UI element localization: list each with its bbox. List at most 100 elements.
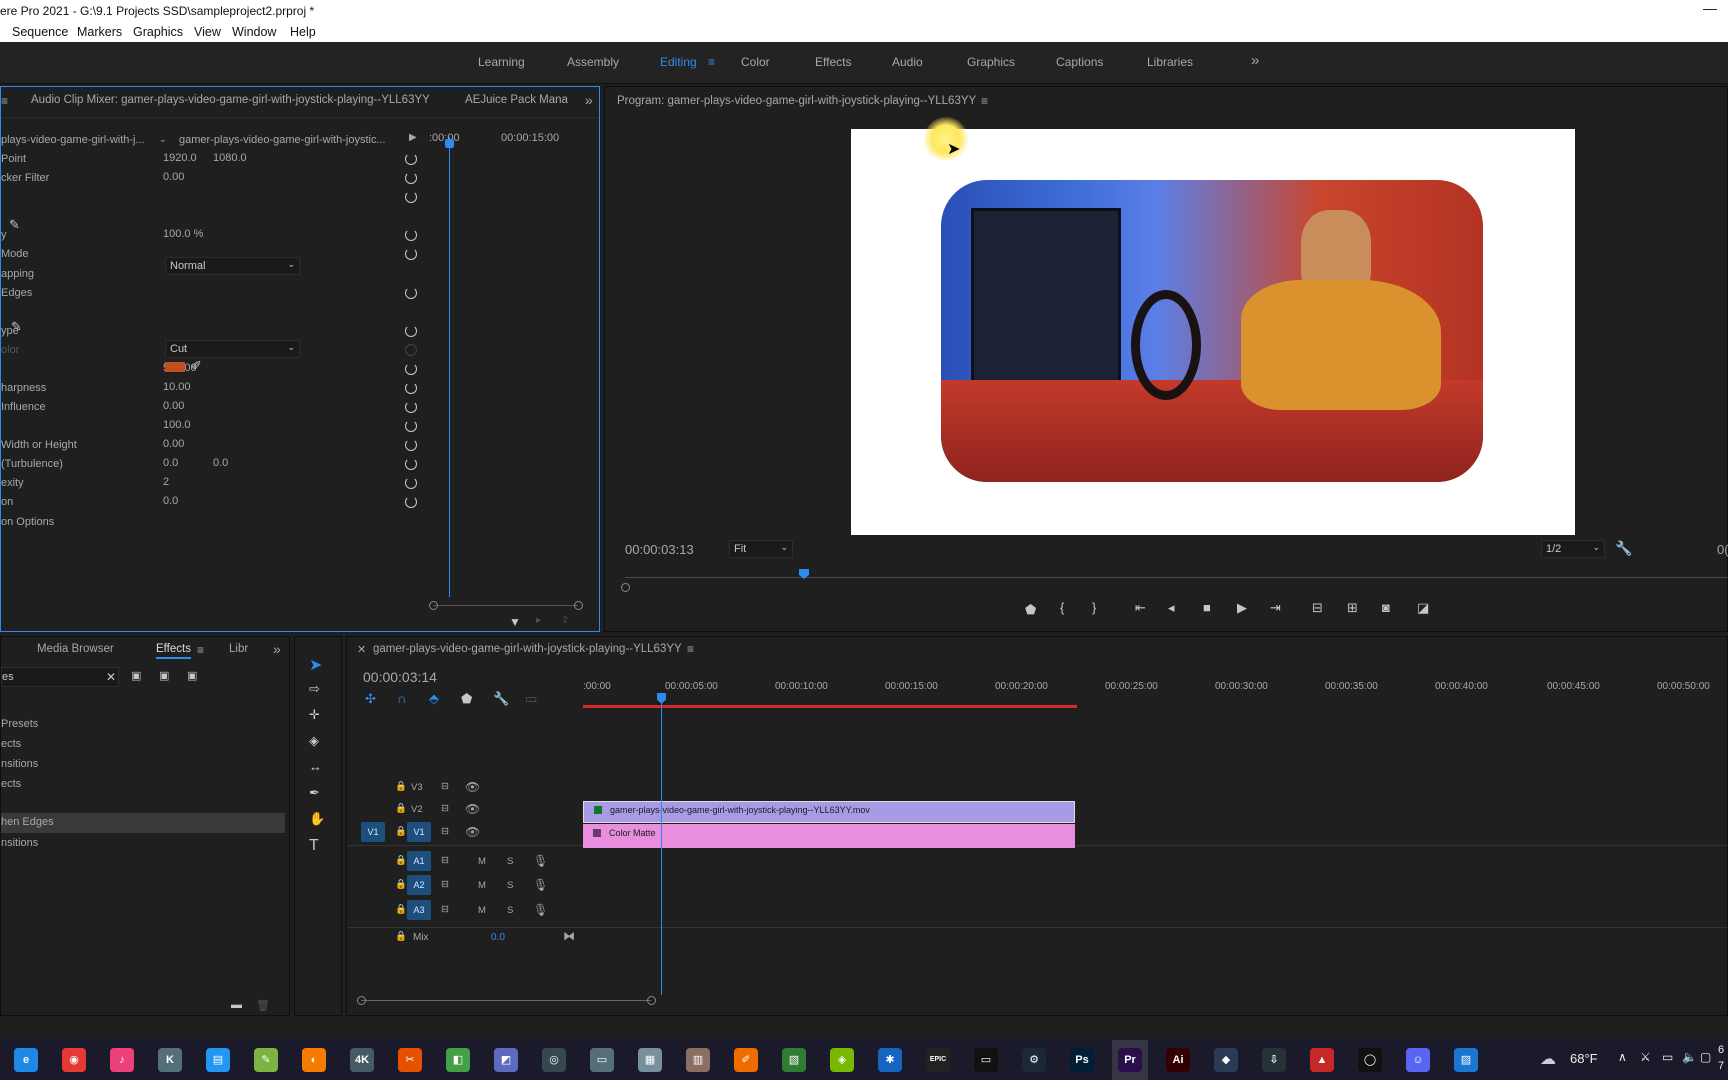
- clip-v2-video[interactable]: gamer-plays-video-game-girl-with-joystic…: [583, 801, 1075, 823]
- panel-menu-icon[interactable]: ≡: [687, 642, 694, 656]
- track-select-tool-icon[interactable]: ⇨: [309, 681, 320, 697]
- panel-menu-icon[interactable]: ≡: [197, 643, 204, 657]
- pen-tool-icon[interactable]: ✒: [309, 785, 320, 801]
- reset-parameter-icon[interactable]: [405, 439, 417, 451]
- param-value[interactable]: 0.0: [163, 495, 178, 513]
- solo-button[interactable]: S: [507, 880, 513, 891]
- nvidia-icon[interactable]: ◈: [830, 1048, 854, 1072]
- track-label-a2[interactable]: A2: [407, 875, 431, 895]
- track-label-v1[interactable]: V1: [407, 822, 431, 842]
- selection-tool-icon[interactable]: ➤: [309, 655, 322, 675]
- track-lock-icon[interactable]: 🔒: [395, 781, 407, 792]
- track-label-v3[interactable]: V3: [411, 782, 423, 793]
- timeline-timecode[interactable]: 00:00:03:14: [363, 669, 437, 685]
- app-blue-icon[interactable]: ◩: [494, 1048, 518, 1072]
- workspace-audio[interactable]: Audio: [892, 55, 923, 69]
- reset-parameter-icon[interactable]: [405, 191, 417, 203]
- param-value[interactable]: 0.00: [163, 171, 184, 189]
- comparison-view-icon[interactable]: ◪: [1417, 600, 1429, 616]
- tray-app-icon[interactable]: ⚔: [1640, 1050, 1651, 1064]
- effects-tree-item[interactable]: Presets: [1, 718, 38, 736]
- reset-parameter-icon[interactable]: [405, 496, 417, 508]
- workspace-editing[interactable]: Editing: [660, 55, 697, 69]
- ec-playhead-handle[interactable]: [445, 139, 454, 148]
- clock-date[interactable]: 7: [1718, 1060, 1724, 1072]
- car-icon[interactable]: ▲: [1310, 1048, 1334, 1072]
- menu-markers[interactable]: Markers: [77, 25, 122, 39]
- ec-zoom-left-handle[interactable]: [429, 601, 438, 610]
- tool-icon[interactable]: ✂: [398, 1048, 422, 1072]
- workspace-effects[interactable]: Effects: [815, 55, 851, 69]
- books-icon[interactable]: ▥: [686, 1048, 710, 1072]
- snap-icon[interactable]: ∩: [397, 691, 406, 706]
- solo-button[interactable]: S: [507, 905, 513, 916]
- clock-time[interactable]: 6: [1718, 1044, 1724, 1056]
- discord-icon[interactable]: ☺: [1406, 1048, 1430, 1072]
- param-value[interactable]: 0.00: [163, 438, 184, 456]
- step-back-icon[interactable]: ◂: [1168, 600, 1175, 616]
- file-icon[interactable]: ▤: [206, 1048, 230, 1072]
- monitor-icon[interactable]: ▭: [590, 1048, 614, 1072]
- mute-button[interactable]: M: [478, 905, 486, 916]
- menu-help[interactable]: Help: [290, 25, 316, 39]
- chrome-icon[interactable]: ◉: [62, 1048, 86, 1072]
- close-sequence-icon[interactable]: ✕: [357, 643, 366, 656]
- sync-lock-icon[interactable]: ⊟: [441, 781, 449, 792]
- app-map-icon[interactable]: ▧: [782, 1048, 806, 1072]
- edge-icon[interactable]: e: [14, 1048, 38, 1072]
- tab-media-browser[interactable]: Media Browser: [37, 643, 114, 655]
- more-workspaces-icon[interactable]: »: [1251, 52, 1259, 69]
- folder-icon[interactable]: ▦: [638, 1048, 662, 1072]
- reset-parameter-icon[interactable]: [405, 172, 417, 184]
- browser-icon[interactable]: ◐: [302, 1048, 326, 1072]
- new-bin-icon[interactable]: ▬: [231, 999, 242, 1011]
- param-value[interactable]: 0.0: [163, 457, 178, 475]
- source-patch-v1[interactable]: V1: [361, 822, 385, 842]
- mark-in-icon[interactable]: {: [1060, 600, 1064, 615]
- solo-button[interactable]: S: [507, 856, 513, 867]
- effects-tree-item[interactable]: ects: [1, 778, 21, 796]
- panel-menu-icon[interactable]: ≡: [981, 94, 988, 108]
- track-label-a1[interactable]: A1: [407, 851, 431, 871]
- track-label-v2[interactable]: V2: [411, 804, 423, 815]
- yuv-effects-icon[interactable]: ▣: [187, 669, 197, 682]
- mark-out-icon[interactable]: }: [1092, 600, 1096, 615]
- ripple-edit-tool-icon[interactable]: ✛: [309, 707, 320, 723]
- resolve-icon[interactable]: ◆: [1214, 1048, 1238, 1072]
- param-value-2[interactable]: 0.0: [213, 457, 228, 475]
- track-lock-icon[interactable]: 🔒: [395, 803, 407, 814]
- sync-lock-icon[interactable]: ⊟: [441, 855, 449, 866]
- volume-icon[interactable]: 🔈: [1682, 1050, 1697, 1064]
- workspace-assembly[interactable]: Assembly: [567, 55, 619, 69]
- illustrator-icon[interactable]: Ai: [1166, 1048, 1190, 1072]
- ec-zoom-right-handle[interactable]: [574, 601, 583, 610]
- param-value[interactable]: 100.0: [163, 419, 191, 437]
- sequence-clip-label[interactable]: gamer-plays-video-game-girl-with-joystic…: [179, 134, 386, 152]
- reset-parameter-icon[interactable]: [405, 344, 417, 356]
- mute-button[interactable]: M: [478, 856, 486, 867]
- go-to-in-icon[interactable]: ⇤: [1135, 600, 1146, 616]
- itunes-icon[interactable]: ♪: [110, 1048, 134, 1072]
- extract-icon[interactable]: ⊞: [1347, 600, 1358, 616]
- effects-tree-item[interactable]: nsitions: [1, 837, 38, 855]
- master-clip-label[interactable]: plays-video-game-girl-with-j...: [1, 134, 145, 152]
- track-lock-icon[interactable]: 🔒: [395, 879, 407, 890]
- reset-parameter-icon[interactable]: [405, 248, 417, 260]
- accelerated-effects-icon[interactable]: ▣: [131, 669, 141, 682]
- menu-sequence[interactable]: Sequence: [12, 25, 68, 39]
- reset-parameter-icon[interactable]: [405, 325, 417, 337]
- toggle-output-eye-icon[interactable]: 👁: [465, 802, 480, 816]
- effects-tree-item-selected[interactable]: hen Edges: [1, 813, 285, 833]
- track-lock-icon[interactable]: 🔒: [395, 826, 407, 837]
- ec-zoom-bar[interactable]: [433, 605, 578, 606]
- param-value-2[interactable]: 1080.0: [213, 152, 247, 170]
- mix-value[interactable]: 0.0: [491, 932, 505, 943]
- timeline-playhead[interactable]: [661, 693, 662, 995]
- param-value[interactable]: 10.00: [163, 381, 191, 399]
- toggle-output-eye-icon[interactable]: 👁: [465, 825, 480, 839]
- eyedropper-icon[interactable]: ✐: [191, 358, 202, 374]
- minimize-button[interactable]: —: [1700, 0, 1720, 22]
- voice-over-record-icon[interactable]: 🎙: [533, 878, 548, 892]
- workspace-graphics[interactable]: Graphics: [967, 55, 1015, 69]
- fit-dropdown[interactable]: Fit ⌄: [729, 540, 793, 558]
